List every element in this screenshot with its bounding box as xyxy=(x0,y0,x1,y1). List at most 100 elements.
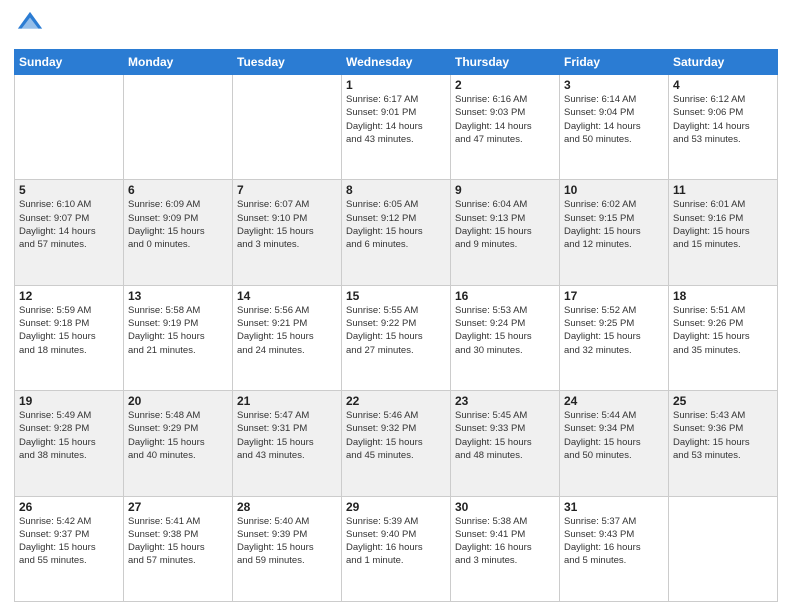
day-number: 11 xyxy=(673,183,773,197)
calendar-cell: 18Sunrise: 5:51 AMSunset: 9:26 PMDayligh… xyxy=(669,285,778,390)
calendar-cell: 24Sunrise: 5:44 AMSunset: 9:34 PMDayligh… xyxy=(560,391,669,496)
calendar-cell: 6Sunrise: 6:09 AMSunset: 9:09 PMDaylight… xyxy=(124,180,233,285)
calendar-cell: 2Sunrise: 6:16 AMSunset: 9:03 PMDaylight… xyxy=(451,75,560,180)
day-number: 7 xyxy=(237,183,337,197)
day-number: 27 xyxy=(128,500,228,514)
calendar-cell: 10Sunrise: 6:02 AMSunset: 9:15 PMDayligh… xyxy=(560,180,669,285)
day-number: 31 xyxy=(564,500,664,514)
day-info: Sunrise: 5:41 AMSunset: 9:38 PMDaylight:… xyxy=(128,515,228,568)
day-number: 8 xyxy=(346,183,446,197)
day-info: Sunrise: 5:42 AMSunset: 9:37 PMDaylight:… xyxy=(19,515,119,568)
days-header-row: SundayMondayTuesdayWednesdayThursdayFrid… xyxy=(15,50,778,75)
calendar-body: 1Sunrise: 6:17 AMSunset: 9:01 PMDaylight… xyxy=(15,75,778,602)
calendar-cell: 4Sunrise: 6:12 AMSunset: 9:06 PMDaylight… xyxy=(669,75,778,180)
day-number: 6 xyxy=(128,183,228,197)
calendar-cell xyxy=(233,75,342,180)
day-number: 4 xyxy=(673,78,773,92)
day-number: 30 xyxy=(455,500,555,514)
calendar-cell: 20Sunrise: 5:48 AMSunset: 9:29 PMDayligh… xyxy=(124,391,233,496)
calendar-cell xyxy=(15,75,124,180)
day-number: 13 xyxy=(128,289,228,303)
day-number: 16 xyxy=(455,289,555,303)
day-number: 24 xyxy=(564,394,664,408)
calendar-cell: 16Sunrise: 5:53 AMSunset: 9:24 PMDayligh… xyxy=(451,285,560,390)
day-info: Sunrise: 5:55 AMSunset: 9:22 PMDaylight:… xyxy=(346,304,446,357)
week-row-3: 12Sunrise: 5:59 AMSunset: 9:18 PMDayligh… xyxy=(15,285,778,390)
day-info: Sunrise: 5:48 AMSunset: 9:29 PMDaylight:… xyxy=(128,409,228,462)
day-info: Sunrise: 5:52 AMSunset: 9:25 PMDaylight:… xyxy=(564,304,664,357)
day-info: Sunrise: 5:53 AMSunset: 9:24 PMDaylight:… xyxy=(455,304,555,357)
day-number: 12 xyxy=(19,289,119,303)
calendar-cell: 17Sunrise: 5:52 AMSunset: 9:25 PMDayligh… xyxy=(560,285,669,390)
day-number: 20 xyxy=(128,394,228,408)
day-number: 3 xyxy=(564,78,664,92)
calendar-cell: 26Sunrise: 5:42 AMSunset: 9:37 PMDayligh… xyxy=(15,496,124,601)
day-info: Sunrise: 6:14 AMSunset: 9:04 PMDaylight:… xyxy=(564,93,664,146)
calendar-cell: 28Sunrise: 5:40 AMSunset: 9:39 PMDayligh… xyxy=(233,496,342,601)
week-row-4: 19Sunrise: 5:49 AMSunset: 9:28 PMDayligh… xyxy=(15,391,778,496)
day-info: Sunrise: 6:16 AMSunset: 9:03 PMDaylight:… xyxy=(455,93,555,146)
calendar-cell: 14Sunrise: 5:56 AMSunset: 9:21 PMDayligh… xyxy=(233,285,342,390)
calendar-cell: 5Sunrise: 6:10 AMSunset: 9:07 PMDaylight… xyxy=(15,180,124,285)
day-number: 21 xyxy=(237,394,337,408)
day-number: 25 xyxy=(673,394,773,408)
page: SundayMondayTuesdayWednesdayThursdayFrid… xyxy=(0,0,792,612)
calendar-cell: 9Sunrise: 6:04 AMSunset: 9:13 PMDaylight… xyxy=(451,180,560,285)
day-number: 19 xyxy=(19,394,119,408)
calendar-cell: 29Sunrise: 5:39 AMSunset: 9:40 PMDayligh… xyxy=(342,496,451,601)
day-number: 18 xyxy=(673,289,773,303)
day-number: 14 xyxy=(237,289,337,303)
day-number: 5 xyxy=(19,183,119,197)
day-info: Sunrise: 6:10 AMSunset: 9:07 PMDaylight:… xyxy=(19,198,119,251)
day-header-saturday: Saturday xyxy=(669,50,778,75)
calendar-cell: 13Sunrise: 5:58 AMSunset: 9:19 PMDayligh… xyxy=(124,285,233,390)
day-header-tuesday: Tuesday xyxy=(233,50,342,75)
day-number: 28 xyxy=(237,500,337,514)
calendar-cell: 23Sunrise: 5:45 AMSunset: 9:33 PMDayligh… xyxy=(451,391,560,496)
calendar-cell: 19Sunrise: 5:49 AMSunset: 9:28 PMDayligh… xyxy=(15,391,124,496)
header xyxy=(14,10,778,43)
day-info: Sunrise: 5:49 AMSunset: 9:28 PMDaylight:… xyxy=(19,409,119,462)
day-info: Sunrise: 6:17 AMSunset: 9:01 PMDaylight:… xyxy=(346,93,446,146)
day-info: Sunrise: 6:02 AMSunset: 9:15 PMDaylight:… xyxy=(564,198,664,251)
calendar-cell: 3Sunrise: 6:14 AMSunset: 9:04 PMDaylight… xyxy=(560,75,669,180)
day-number: 26 xyxy=(19,500,119,514)
day-header-sunday: Sunday xyxy=(15,50,124,75)
day-info: Sunrise: 6:07 AMSunset: 9:10 PMDaylight:… xyxy=(237,198,337,251)
day-header-monday: Monday xyxy=(124,50,233,75)
day-info: Sunrise: 5:56 AMSunset: 9:21 PMDaylight:… xyxy=(237,304,337,357)
day-info: Sunrise: 6:12 AMSunset: 9:06 PMDaylight:… xyxy=(673,93,773,146)
day-number: 15 xyxy=(346,289,446,303)
logo-icon xyxy=(16,10,44,38)
day-info: Sunrise: 5:58 AMSunset: 9:19 PMDaylight:… xyxy=(128,304,228,357)
day-info: Sunrise: 5:45 AMSunset: 9:33 PMDaylight:… xyxy=(455,409,555,462)
day-info: Sunrise: 5:37 AMSunset: 9:43 PMDaylight:… xyxy=(564,515,664,568)
day-number: 2 xyxy=(455,78,555,92)
calendar-cell: 11Sunrise: 6:01 AMSunset: 9:16 PMDayligh… xyxy=(669,180,778,285)
day-info: Sunrise: 5:46 AMSunset: 9:32 PMDaylight:… xyxy=(346,409,446,462)
calendar-cell: 22Sunrise: 5:46 AMSunset: 9:32 PMDayligh… xyxy=(342,391,451,496)
day-header-friday: Friday xyxy=(560,50,669,75)
day-number: 29 xyxy=(346,500,446,514)
day-number: 17 xyxy=(564,289,664,303)
day-header-thursday: Thursday xyxy=(451,50,560,75)
week-row-2: 5Sunrise: 6:10 AMSunset: 9:07 PMDaylight… xyxy=(15,180,778,285)
day-info: Sunrise: 6:09 AMSunset: 9:09 PMDaylight:… xyxy=(128,198,228,251)
day-number: 1 xyxy=(346,78,446,92)
day-info: Sunrise: 5:51 AMSunset: 9:26 PMDaylight:… xyxy=(673,304,773,357)
day-header-wednesday: Wednesday xyxy=(342,50,451,75)
day-info: Sunrise: 6:01 AMSunset: 9:16 PMDaylight:… xyxy=(673,198,773,251)
day-info: Sunrise: 6:04 AMSunset: 9:13 PMDaylight:… xyxy=(455,198,555,251)
day-info: Sunrise: 5:43 AMSunset: 9:36 PMDaylight:… xyxy=(673,409,773,462)
day-number: 10 xyxy=(564,183,664,197)
calendar-cell: 27Sunrise: 5:41 AMSunset: 9:38 PMDayligh… xyxy=(124,496,233,601)
day-info: Sunrise: 5:44 AMSunset: 9:34 PMDaylight:… xyxy=(564,409,664,462)
day-info: Sunrise: 5:47 AMSunset: 9:31 PMDaylight:… xyxy=(237,409,337,462)
day-info: Sunrise: 5:39 AMSunset: 9:40 PMDaylight:… xyxy=(346,515,446,568)
day-number: 22 xyxy=(346,394,446,408)
day-info: Sunrise: 5:40 AMSunset: 9:39 PMDaylight:… xyxy=(237,515,337,568)
calendar-cell: 30Sunrise: 5:38 AMSunset: 9:41 PMDayligh… xyxy=(451,496,560,601)
day-number: 23 xyxy=(455,394,555,408)
day-info: Sunrise: 6:05 AMSunset: 9:12 PMDaylight:… xyxy=(346,198,446,251)
calendar-cell: 15Sunrise: 5:55 AMSunset: 9:22 PMDayligh… xyxy=(342,285,451,390)
